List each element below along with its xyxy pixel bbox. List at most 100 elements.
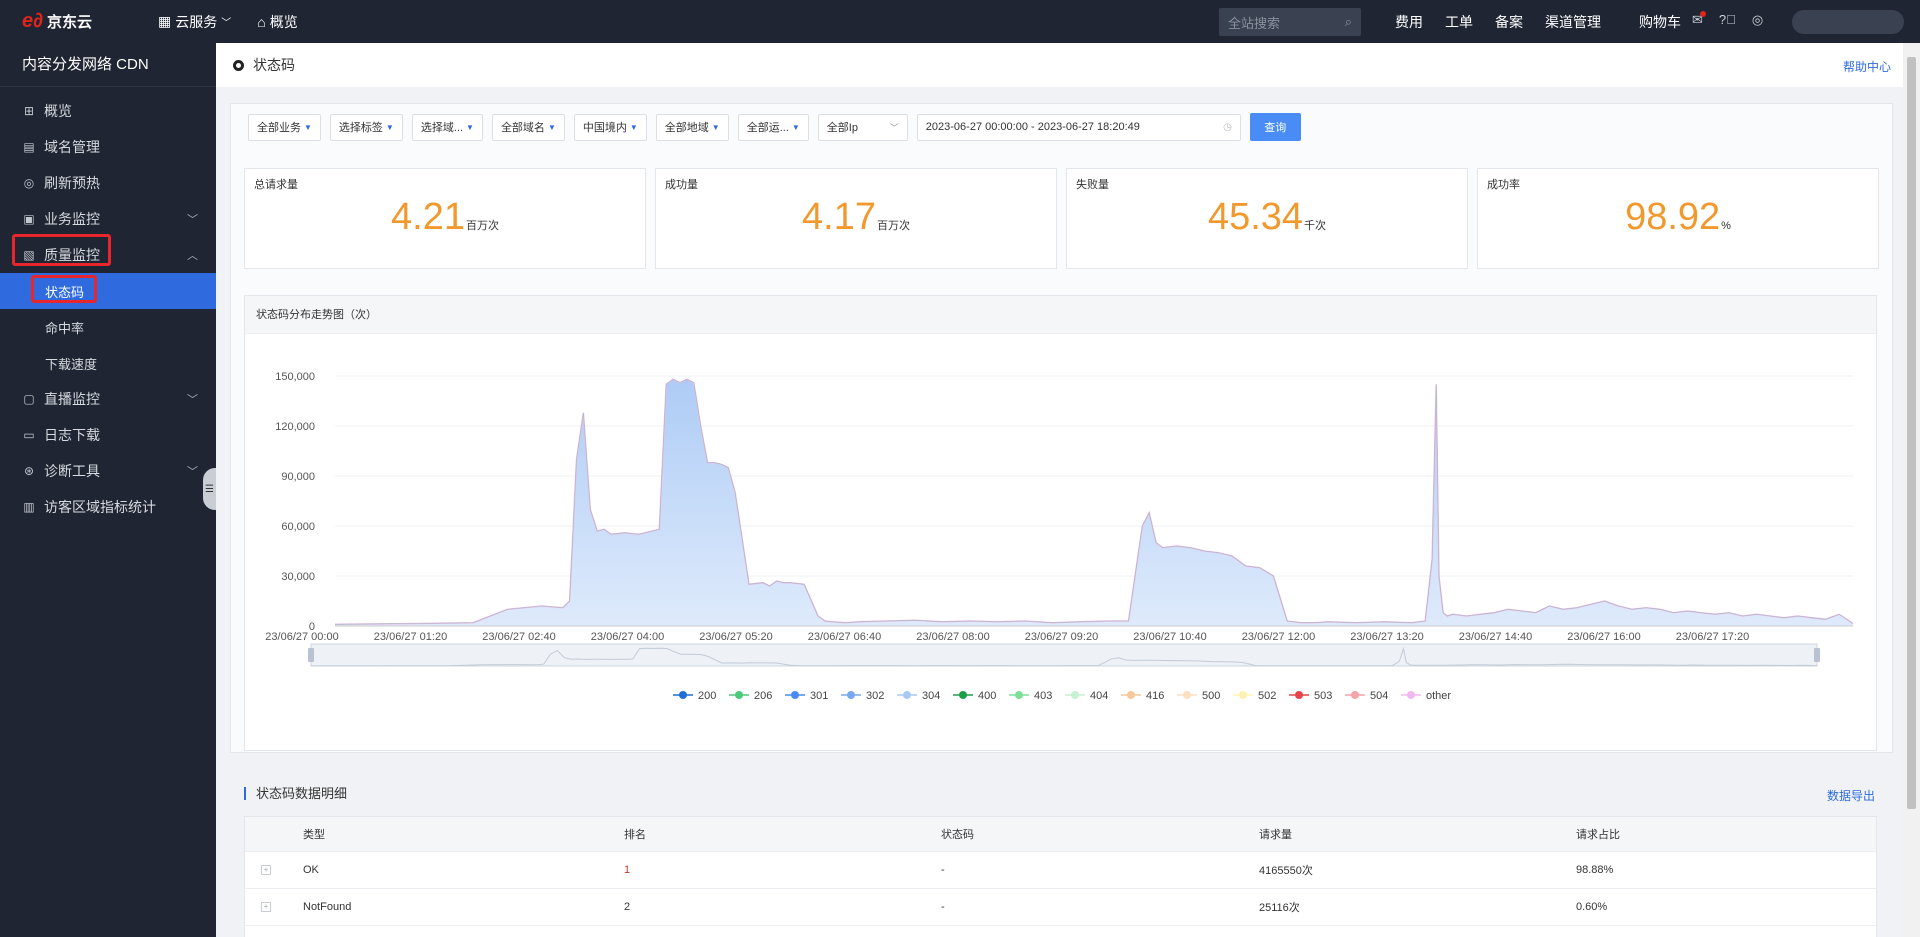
top-navbar: e∂ 京东云 ▦ 云服务 ﹀ ⌂ 概览 全站搜索 ⌕ 费用 工单 备案 渠道管理… <box>0 0 1920 43</box>
legend-label-504: 504 <box>1370 690 1388 702</box>
legend-label-301: 301 <box>810 690 828 702</box>
sidebar-item-live-monitor[interactable]: ▢ 直播监控 ﹀ <box>0 381 216 417</box>
export-link[interactable]: 数据导出 <box>1827 787 1875 804</box>
col-type: 类型 <box>303 829 325 841</box>
x-tick-label: 23/06/27 08:00 <box>916 631 989 643</box>
x-tick-label: 23/06/27 09:20 <box>1025 631 1098 643</box>
refresh-icon: ◎ <box>23 176 35 190</box>
sidebar: 内容分发网络 CDN ⊞ 概览 ▤ 域名管理 ◎ 刷新预热 ▣ 业务监控 ﹀ ▧ 质量监控 ︿… <box>0 43 216 937</box>
tag-select[interactable]: 选择标签 ▼ <box>329 113 403 141</box>
sidebar-item-diagnostics[interactable]: ⊛ 诊断工具 ﹀ <box>0 453 216 489</box>
col-count: 请求量 <box>1259 829 1292 841</box>
col-code: 状态码 <box>941 829 974 841</box>
detail-title: 状态码数据明细 <box>244 787 347 800</box>
user-avatar[interactable] <box>1792 10 1904 34</box>
domain-icon: ▤ <box>23 140 35 154</box>
table-row[interactable]: + OK 1 - 4165550次 98.88% <box>245 852 1876 889</box>
card-value: 45.34 <box>1207 196 1304 238</box>
region-select[interactable]: 中国境内 ▼ <box>573 113 647 141</box>
x-tick-label: 23/06/27 06:40 <box>808 631 881 643</box>
clock-icon: ◷ <box>1223 121 1232 133</box>
expand-icon[interactable]: + <box>261 865 271 875</box>
menu-icon: ☰ <box>205 483 214 495</box>
icp-link[interactable]: 备案 <box>1495 12 1523 32</box>
region-icon: ▥ <box>23 500 35 514</box>
legend-label-503: 503 <box>1314 690 1332 702</box>
query-button[interactable]: 查询 <box>1249 113 1301 141</box>
business-select[interactable]: 全部业务 ▼ <box>248 113 321 141</box>
all-domains-select[interactable]: 全部域名 ▼ <box>491 113 565 141</box>
sidebar-item-hit-rate[interactable]: 命中率 <box>0 309 216 345</box>
isp-select[interactable]: 全部运... ▼ <box>737 113 809 141</box>
card-failure: 失败量 45.34千次 <box>1066 168 1468 269</box>
legend-marker-302 <box>847 691 855 699</box>
jdcloud-logo[interactable]: e∂ 京东云 <box>22 10 122 33</box>
domain-select[interactable]: 选择域... ▼ <box>411 113 483 141</box>
expand-icon[interactable]: + <box>261 902 271 912</box>
sidebar-collapse-handle[interactable]: ☰ <box>203 468 216 510</box>
log-icon: ▭ <box>23 428 35 442</box>
scrollbar-thumb[interactable] <box>1907 57 1916 809</box>
home-icon: ⌂ <box>257 13 266 30</box>
y-tick-label: 30,000 <box>281 571 315 583</box>
help-center-link[interactable]: 帮助中心 <box>1843 58 1891 75</box>
sidebar-item-visitor-region[interactable]: ▥ 访客区域指标统计 <box>0 489 216 525</box>
y-tick-label: 120,000 <box>275 421 315 433</box>
caret-down-icon: ▼ <box>466 122 474 132</box>
page-scrollbar[interactable] <box>1903 43 1920 937</box>
legend-marker-416 <box>1127 691 1135 699</box>
card-success: 成功量 4.17百万次 <box>655 168 1057 269</box>
card-unit: 百万次 <box>465 220 499 232</box>
filter-bar: 全部业务 ▼ 选择标签 ▼ 选择域... ▼ 全部域名 ▼ 中国境内 ▼ 全部地域 ▼ 全部… <box>248 113 1301 141</box>
cart-link[interactable]: 购物车 <box>1639 12 1681 32</box>
channel-link[interactable]: 渠道管理 <box>1545 12 1601 32</box>
legend-label-404: 404 <box>1090 690 1108 702</box>
highlight-quality-monitor <box>12 234 111 266</box>
legend-marker-404 <box>1071 691 1079 699</box>
caret-down-icon: ▼ <box>629 122 638 132</box>
ticket-link[interactable]: 工单 <box>1445 12 1473 32</box>
legend-label-403: 403 <box>1034 690 1052 702</box>
sidebar-item-refresh[interactable]: ◎ 刷新预热 <box>0 165 216 201</box>
col-rank: 排名 <box>624 829 646 841</box>
sidebar-item-overview[interactable]: ⊞ 概览 <box>0 93 216 129</box>
monitor-icon: ▣ <box>23 212 35 226</box>
zoom-handle-right <box>1814 648 1820 662</box>
diagnostic-icon: ⊛ <box>23 464 35 478</box>
caret-down-icon: ▼ <box>711 122 720 132</box>
series-206-line <box>334 378 1854 625</box>
global-search-input[interactable]: 全站搜索 ⌕ <box>1219 8 1361 36</box>
help-icon[interactable]: ?⃝ <box>1719 12 1736 28</box>
cloud-services-menu[interactable]: ▦ 云服务 ﹀ <box>158 12 231 32</box>
sidebar-item-log-download[interactable]: ▭ 日志下载 <box>0 417 216 453</box>
sidebar-item-business-monitor[interactable]: ▣ 业务监控 ﹀ <box>0 201 216 237</box>
overview-link[interactable]: ⌂ 概览 <box>257 12 297 32</box>
x-tick-label: 23/06/27 14:40 <box>1459 631 1532 643</box>
legend-marker-400 <box>959 691 967 699</box>
sidebar-item-domains[interactable]: ▤ 域名管理 <box>0 129 216 165</box>
top-nav: ▦ 云服务 ﹀ ⌂ 概览 <box>158 12 324 32</box>
caret-down-icon: ▼ <box>385 122 394 132</box>
x-tick-label: 23/06/27 12:00 <box>1242 631 1315 643</box>
series-200-area <box>335 379 1853 626</box>
globe-icon[interactable]: ◎ <box>1752 12 1763 28</box>
legend-marker-304 <box>903 691 911 699</box>
jd-logo-icon: e∂ <box>22 10 44 32</box>
card-value: 4.21 <box>391 196 465 238</box>
chevron-down-icon: ﹀ <box>187 394 198 406</box>
chart-svg: 030,00060,00090,000120,000150,00023/06/2… <box>265 371 1854 702</box>
table-row[interactable]: + NotFound 2 - 25116次 0.60% <box>245 889 1876 926</box>
legend-marker-other <box>1407 691 1415 699</box>
legend-marker-503 <box>1295 691 1303 699</box>
summary-cards: 总请求量 4.21百万次 成功量 4.17百万次 失败量 45.34千次 成功率… <box>244 168 1879 269</box>
ip-select[interactable]: 全部Ip ﹀ <box>817 113 908 141</box>
sidebar-title: 内容分发网络 CDN <box>0 43 216 87</box>
area-select[interactable]: 全部地域 ▼ <box>655 113 729 141</box>
page-title: 状态码 <box>253 57 295 73</box>
status-code-chart: 状态码分布走势图（次） 0 30,000 60,000 90,000 120,000 15… <box>244 295 1877 751</box>
billing-link[interactable]: 费用 <box>1395 12 1423 32</box>
date-range-picker[interactable]: 2023-06-27 00:00:00 - 2023-06-27 18:20:4… <box>916 113 1241 141</box>
mail-icon[interactable]: ✉ <box>1692 11 1706 28</box>
legend-marker-403 <box>1015 691 1023 699</box>
sidebar-item-download-speed[interactable]: 下载速度 <box>0 345 216 381</box>
